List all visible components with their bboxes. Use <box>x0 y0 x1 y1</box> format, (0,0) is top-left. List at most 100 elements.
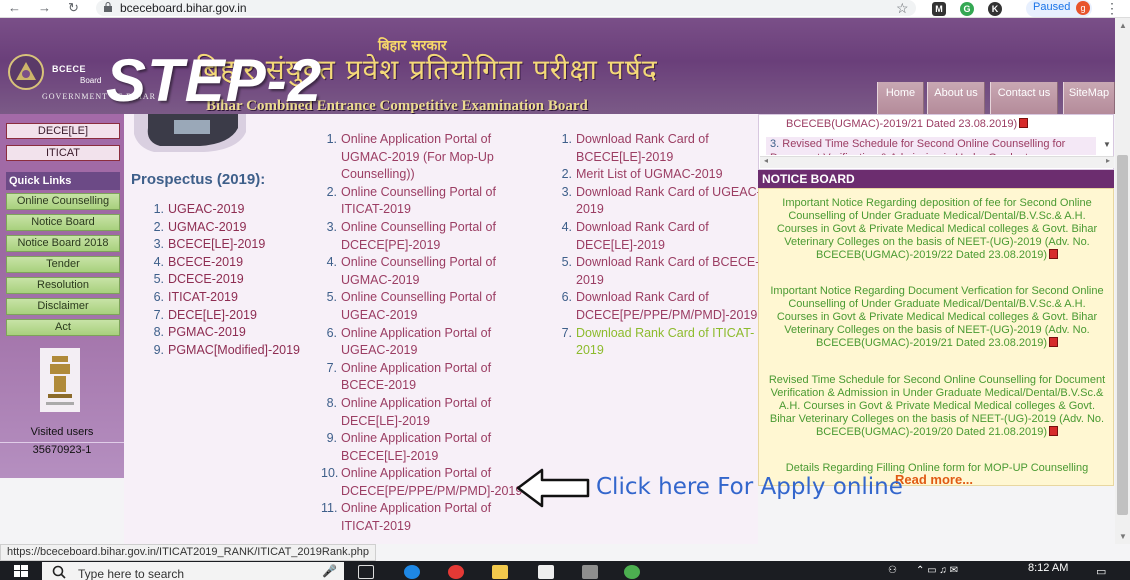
scroll-left-icon[interactable]: ◂ <box>764 156 768 165</box>
nav-contact-us[interactable]: Contact us <box>990 82 1058 114</box>
national-emblem-icon <box>40 348 80 412</box>
news-item-2[interactable]: BCECEB(UGMAC)-2019/21 Dated 23.08.2019) <box>786 118 1106 130</box>
scroll-down-icon[interactable]: ▼ <box>1119 532 1127 541</box>
prospectus-item-label: DCECE-2019 <box>168 272 244 287</box>
emblem-icon <box>8 54 44 90</box>
extension-k-icon[interactable]: K <box>988 2 1002 16</box>
result-link-label: Download Rank Card of UGEAC-2019 <box>576 184 761 217</box>
read-more-link[interactable]: Read more... <box>895 472 973 487</box>
prospectus-item-iticat[interactable]: 6. ITICAT-2019 <box>148 289 308 307</box>
portal-link-counselling-ugmac[interactable]: 4. Online Counselling Portal of UGMAC-201… <box>321 254 521 289</box>
reload-icon[interactable]: ↻ <box>68 0 79 16</box>
portal-link-label: Online Application Portal of UGEAC-2019 <box>341 325 492 358</box>
quick-link-disclaimer[interactable]: Disclaimer <box>6 298 120 315</box>
result-link-label: Download Rank Card of DCECE[PE/PPE/PM/PM… <box>576 290 758 322</box>
windows-start-icon[interactable] <box>14 565 28 577</box>
prospectus-list: 1. UGEAC-2019 2. UGMAC-2019 3. BCECE[LE]-20… <box>148 201 308 359</box>
portal-link-application-dcece[interactable]: 10. Online Application Portal of DCECE[PE… <box>321 465 523 500</box>
portal-link-label: Online Counselling Portal of DCECE[PE]-2… <box>341 219 496 252</box>
result-link-ugeac[interactable]: 3. Download Rank Card of UGEAC-2019 <box>556 184 761 219</box>
app-icon[interactable] <box>582 565 598 579</box>
chrome-icon[interactable] <box>624 565 640 579</box>
quick-link-notice-board-2018[interactable]: Notice Board 2018 <box>6 235 120 252</box>
result-link-merit-ugmac[interactable]: 2. Merit List of UGMAC-2019 <box>556 166 761 184</box>
system-tray-icons[interactable]: ⌃ ▭ ♫ ✉ <box>916 565 958 576</box>
quick-link-notice-board[interactable]: Notice Board <box>6 214 120 231</box>
page-scrollbar-thumb[interactable] <box>1117 155 1128 515</box>
result-link-dece-le[interactable]: 4. Download Rank Card of DECE[LE]-2019 <box>556 219 761 254</box>
notice-item[interactable]: Important Notice Regarding Document Verf… <box>767 285 1107 350</box>
nav-sitemap[interactable]: SiteMap <box>1063 82 1115 114</box>
notice-item[interactable]: Important Notice Regarding deposition of… <box>767 197 1107 262</box>
result-link-bcece-le[interactable]: 1. Download Rank Card of BCECE[LE]-2019 <box>556 131 761 166</box>
notifications-icon[interactable]: ▭ <box>1096 565 1106 578</box>
portal-link-application-ugeac[interactable]: 6. Online Application Portal of UGEAC-201… <box>321 325 521 360</box>
quick-link-act[interactable]: Act <box>6 319 120 336</box>
task-view-icon[interactable] <box>358 565 374 579</box>
menu-kebab-icon[interactable]: ⋮ <box>1105 0 1119 17</box>
quick-link-resolution[interactable]: Resolution <box>6 277 120 294</box>
result-link-label: Download Rank Card of BCECE-2019 <box>576 255 760 287</box>
result-link-iticat[interactable]: 7. Download Rank Card of ITICAT-2019 <box>556 325 761 360</box>
sidebar-item-iticat[interactable]: ITICAT <box>6 145 120 161</box>
store-icon[interactable] <box>538 565 554 579</box>
news-scroll-down-icon[interactable]: ▼ <box>1103 140 1111 149</box>
forward-icon[interactable]: → <box>38 0 51 16</box>
microphone-icon[interactable]: 🎤 <box>322 564 337 578</box>
portal-link-ugmac-mopup[interactable]: 1. Online Application Portal of UGMAC-201… <box>321 131 521 184</box>
prospectus-item-bcece-le[interactable]: 3. BCECE[LE]-2019 <box>148 236 308 254</box>
prospectus-item-pgmac[interactable]: 8. PGMAC-2019 <box>148 324 308 342</box>
prospectus-item-dcece[interactable]: 5. DCECE-2019 <box>148 271 308 289</box>
pdf-icon <box>1049 337 1059 347</box>
portal-link-application-bcece[interactable]: 7. Online Application Portal of BCECE-201… <box>321 360 521 395</box>
scroll-up-icon[interactable]: ▲ <box>1119 21 1127 30</box>
result-link-dcece[interactable]: 6. Download Rank Card of DCECE[PE/PPE/PM/… <box>556 289 761 324</box>
result-link-bcece[interactable]: 5. Download Rank Card of BCECE-2019 <box>556 254 761 289</box>
extension-m-icon[interactable]: M <box>932 2 946 16</box>
taskbar-search-placeholder: Type here to search <box>78 567 185 580</box>
logo-sub: Board <box>80 76 102 85</box>
prospectus-item-ugeac[interactable]: 1. UGEAC-2019 <box>148 201 308 219</box>
portal-link-label: Online Counselling Portal of UGMAC-2019 <box>341 255 496 287</box>
nav-about-us[interactable]: About us <box>927 82 985 114</box>
status-bar-url: https://bceceboard.bihar.gov.in/ITICAT20… <box>0 544 376 561</box>
portal-link-application-bcece-le[interactable]: 9. Online Application Portal of BCECE[LE]… <box>321 430 521 465</box>
prospectus-item-ugmac[interactable]: 2. UGMAC-2019 <box>148 219 308 237</box>
portal-link-counselling-dcece-pe[interactable]: 3. Online Counselling Portal of DCECE[PE]… <box>321 219 521 254</box>
extension-grammarly-icon[interactable]: G <box>960 2 974 16</box>
bookmark-star-icon[interactable]: ☆ <box>896 0 909 17</box>
profile-paused-button[interactable]: Paused g <box>1026 0 1092 17</box>
visited-users-label: Visited users <box>30 426 94 438</box>
back-icon[interactable]: ← <box>8 0 21 16</box>
edge-icon[interactable] <box>404 565 420 579</box>
prospectus-item-pgmac-modified[interactable]: 9. PGMAC[Modified]-2019 <box>148 342 308 360</box>
scroll-right-icon[interactable]: ▸ <box>1106 156 1110 165</box>
taskbar-clock[interactable]: 8:12 AM <box>1028 562 1068 574</box>
portal-link-counselling-ugeac[interactable]: 5. Online Counselling Portal of UGEAC-201… <box>321 289 521 324</box>
notice-item[interactable]: Revised Time Schedule for Second Online … <box>767 374 1107 439</box>
pdf-icon <box>1019 118 1029 128</box>
quick-link-tender[interactable]: Tender <box>6 256 120 273</box>
logo-text: BCECE <box>52 64 87 74</box>
portal-link-counselling-iticat[interactable]: 2. Online Counselling Portal of ITICAT-20… <box>321 184 521 219</box>
prospectus-item-label: BCECE-2019 <box>168 254 244 269</box>
prospectus-item-dece-le[interactable]: 7. DECE[LE]-2019 <box>148 307 308 325</box>
sidebar-item-dece-le[interactable]: DECE[LE] <box>6 123 120 139</box>
portal-link-label: Online Application Portal of DCECE[PE/PP… <box>341 466 523 498</box>
quick-link-online-counselling[interactable]: Online Counselling <box>6 193 120 210</box>
browser-toolbar: ← → ↻ bceceboard.bihar.gov.in ☆ M G K Pa… <box>0 0 1130 18</box>
news-item-3[interactable]: 3. Revised Time Schedule for Second Onli… <box>766 137 1096 155</box>
people-icon[interactable]: ⚇ <box>888 565 897 576</box>
portal-link-application-iticat[interactable]: 11. Online Application Portal of ITICAT-2… <box>321 500 521 535</box>
nav-home[interactable]: Home <box>877 82 924 114</box>
result-link-label: Merit List of UGMAC-2019 <box>576 167 723 182</box>
address-bar[interactable]: bceceboard.bihar.gov.in <box>96 0 916 16</box>
opera-icon[interactable] <box>448 565 464 579</box>
prospectus-item-label: BCECE[LE]-2019 <box>168 237 266 252</box>
prospectus-item-bcece[interactable]: 4. BCECE-2019 <box>148 254 308 272</box>
news-horizontal-scrollbar[interactable]: ◂ ▸ <box>760 156 1114 168</box>
file-explorer-icon[interactable] <box>492 565 508 579</box>
portal-link-application-dece-le[interactable]: 8. Online Application Portal of DECE[LE]-… <box>321 395 521 430</box>
step-overlay: STEP-2 <box>106 47 323 114</box>
result-link-label: Download Rank Card of DECE[LE]-2019 <box>576 219 709 252</box>
